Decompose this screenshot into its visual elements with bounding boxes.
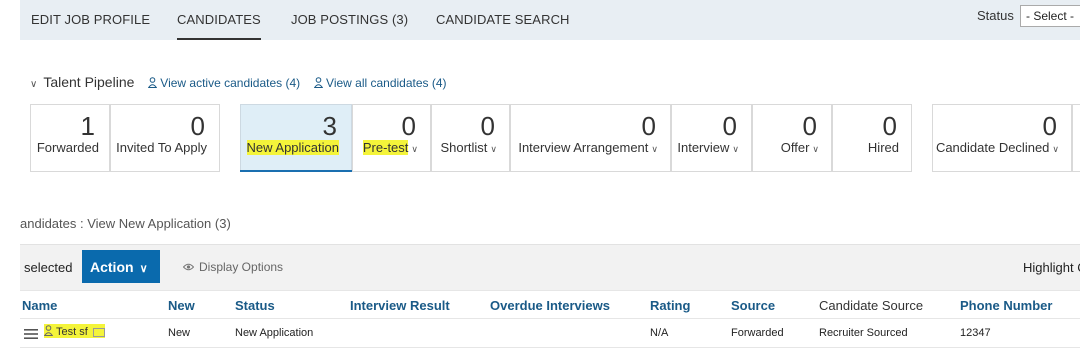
stage-label-wrap: Interview ∨ <box>677 140 739 155</box>
candidate-name-cell[interactable]: Test sf <box>44 324 105 338</box>
hamburger-menu-icon[interactable] <box>24 327 38 339</box>
cell-source: Forwarded <box>731 327 784 339</box>
stage-count: 0 <box>190 111 205 141</box>
stage-label: Interview <box>677 140 730 155</box>
action-bar: selected Action ∨ Display Options Highlig… <box>20 244 1080 290</box>
col-interview-result[interactable]: Interview Result <box>350 298 450 313</box>
person-icon <box>44 325 53 336</box>
stage-shortlist[interactable]: 0 Shortlist ∨ <box>431 104 510 172</box>
col-phone-number[interactable]: Phone Number <box>960 298 1052 313</box>
chevron-down-icon[interactable]: ∨ <box>411 144 418 154</box>
col-status[interactable]: Status <box>235 298 275 313</box>
table-row[interactable]: Test sf New New Application N/A Forwarde… <box>20 318 1080 348</box>
tab-candidate-search[interactable]: CANDIDATE SEARCH <box>436 12 570 27</box>
stage-label-wrap: Offer ∨ <box>781 140 819 155</box>
status-select[interactable]: - Select - <box>1020 5 1080 27</box>
candidate-name: Test sf <box>56 326 88 338</box>
col-candidate-source: Candidate Source <box>819 298 924 313</box>
col-source[interactable]: Source <box>731 298 775 313</box>
stage-candidate-declined[interactable]: 0 Candidate Declined ∨ <box>932 104 1072 172</box>
table-header: Name New Status Interview Result Overdue… <box>20 290 1080 318</box>
chevron-down-icon[interactable]: ∨ <box>1052 144 1059 154</box>
person-icon <box>148 77 158 88</box>
cell-status: New Application <box>235 327 314 339</box>
stage-label: New Application <box>246 140 339 155</box>
stage-count: 0 <box>802 111 817 141</box>
stage-label: Offer <box>780 140 810 155</box>
stage-label-wrap: Shortlist ∨ <box>440 140 497 155</box>
stage-invited-to-apply[interactable]: 0 Invited To Apply <box>110 104 220 172</box>
stage-next-partial[interactable] <box>1072 104 1080 172</box>
stage-label: Pre-test <box>362 140 409 155</box>
action-button[interactable]: Action ∨ <box>82 250 160 283</box>
highlight-label[interactable]: Highlight C <box>1023 260 1080 275</box>
stage-label: Forwarded <box>36 140 99 155</box>
tab-edit-job-profile[interactable]: EDIT JOB PROFILE <box>31 12 150 27</box>
cell-phone-number: 12347 <box>960 327 991 339</box>
pipeline-header: ∨ Talent Pipeline View active candidates … <box>30 74 447 92</box>
eye-icon <box>182 260 195 274</box>
selected-count-text: selected <box>24 260 73 275</box>
view-all-label: View all candidates (4) <box>326 76 447 90</box>
col-overdue-interviews[interactable]: Overdue Interviews <box>490 298 610 313</box>
stage-label: Interview Arrangement <box>518 140 649 155</box>
cell-new: New <box>168 327 191 339</box>
col-rating[interactable]: Rating <box>650 298 690 313</box>
stage-count: 0 <box>722 111 737 141</box>
stage-label: Hired <box>867 140 899 155</box>
stage-new-application[interactable]: 3 New Application <box>240 104 352 172</box>
stage-hired[interactable]: 0 Hired <box>832 104 912 172</box>
pipeline-title: Talent Pipeline <box>43 74 135 90</box>
stage-label-wrap: Interview Arrangement ∨ <box>518 140 658 155</box>
chevron-down-icon[interactable]: ∨ <box>651 144 658 154</box>
display-options-link[interactable]: Display Options <box>182 260 284 274</box>
view-title: andidates : View New Application (3) <box>20 216 231 231</box>
stage-pre-test[interactable]: 0 Pre-test ∨ <box>352 104 431 172</box>
stage-count: 0 <box>1042 111 1057 141</box>
chevron-down-icon[interactable]: ∨ <box>732 144 739 154</box>
badge-icon <box>92 327 105 337</box>
stage-count: 3 <box>322 111 337 141</box>
chevron-down-icon[interactable]: ∨ <box>490 144 497 154</box>
stage-count: 0 <box>882 111 897 141</box>
cell-candidate-source: Recruiter Sourced <box>819 327 908 339</box>
stage-count: 0 <box>641 111 656 141</box>
stage-offer[interactable]: 0 Offer ∨ <box>752 104 832 172</box>
stage-label-wrap: Pre-test ∨ <box>362 140 418 155</box>
chevron-down-icon[interactable]: ∨ <box>812 144 819 154</box>
view-active-label: View active candidates (4) <box>160 76 301 90</box>
tab-job-postings[interactable]: JOB POSTINGS (3) <box>291 12 408 27</box>
chevron-down-icon[interactable]: ∨ <box>30 79 37 90</box>
top-tab-bar: EDIT JOB PROFILE CANDIDATES JOB POSTINGS… <box>20 0 1080 40</box>
status-label: Status <box>977 8 1014 23</box>
stage-label: Candidate Declined <box>935 140 1050 155</box>
stage-interview[interactable]: 0 Interview ∨ <box>671 104 752 172</box>
person-icon <box>314 77 324 88</box>
stage-count: 1 <box>80 111 95 141</box>
chevron-down-icon: ∨ <box>139 262 148 275</box>
stage-forwarded[interactable]: 1 Forwarded <box>30 104 110 172</box>
stage-count: 0 <box>480 111 495 141</box>
cell-rating: N/A <box>650 327 669 339</box>
action-label: Action <box>90 258 134 275</box>
stage-label: Invited To Apply <box>116 140 207 155</box>
view-active-candidates-link[interactable]: View active candidates (4) <box>148 76 300 90</box>
col-name[interactable]: Name <box>22 298 57 313</box>
view-all-candidates-link[interactable]: View all candidates (4) <box>314 76 447 90</box>
stage-label-wrap: Candidate Declined ∨ <box>936 140 1059 155</box>
stage-interview-arrangement[interactable]: 0 Interview Arrangement ∨ <box>510 104 671 172</box>
stage-label: Shortlist <box>440 140 488 155</box>
tab-candidates[interactable]: CANDIDATES <box>177 12 261 40</box>
stage-count: 0 <box>401 111 416 141</box>
col-new[interactable]: New <box>168 298 195 313</box>
display-options-label: Display Options <box>199 260 284 274</box>
